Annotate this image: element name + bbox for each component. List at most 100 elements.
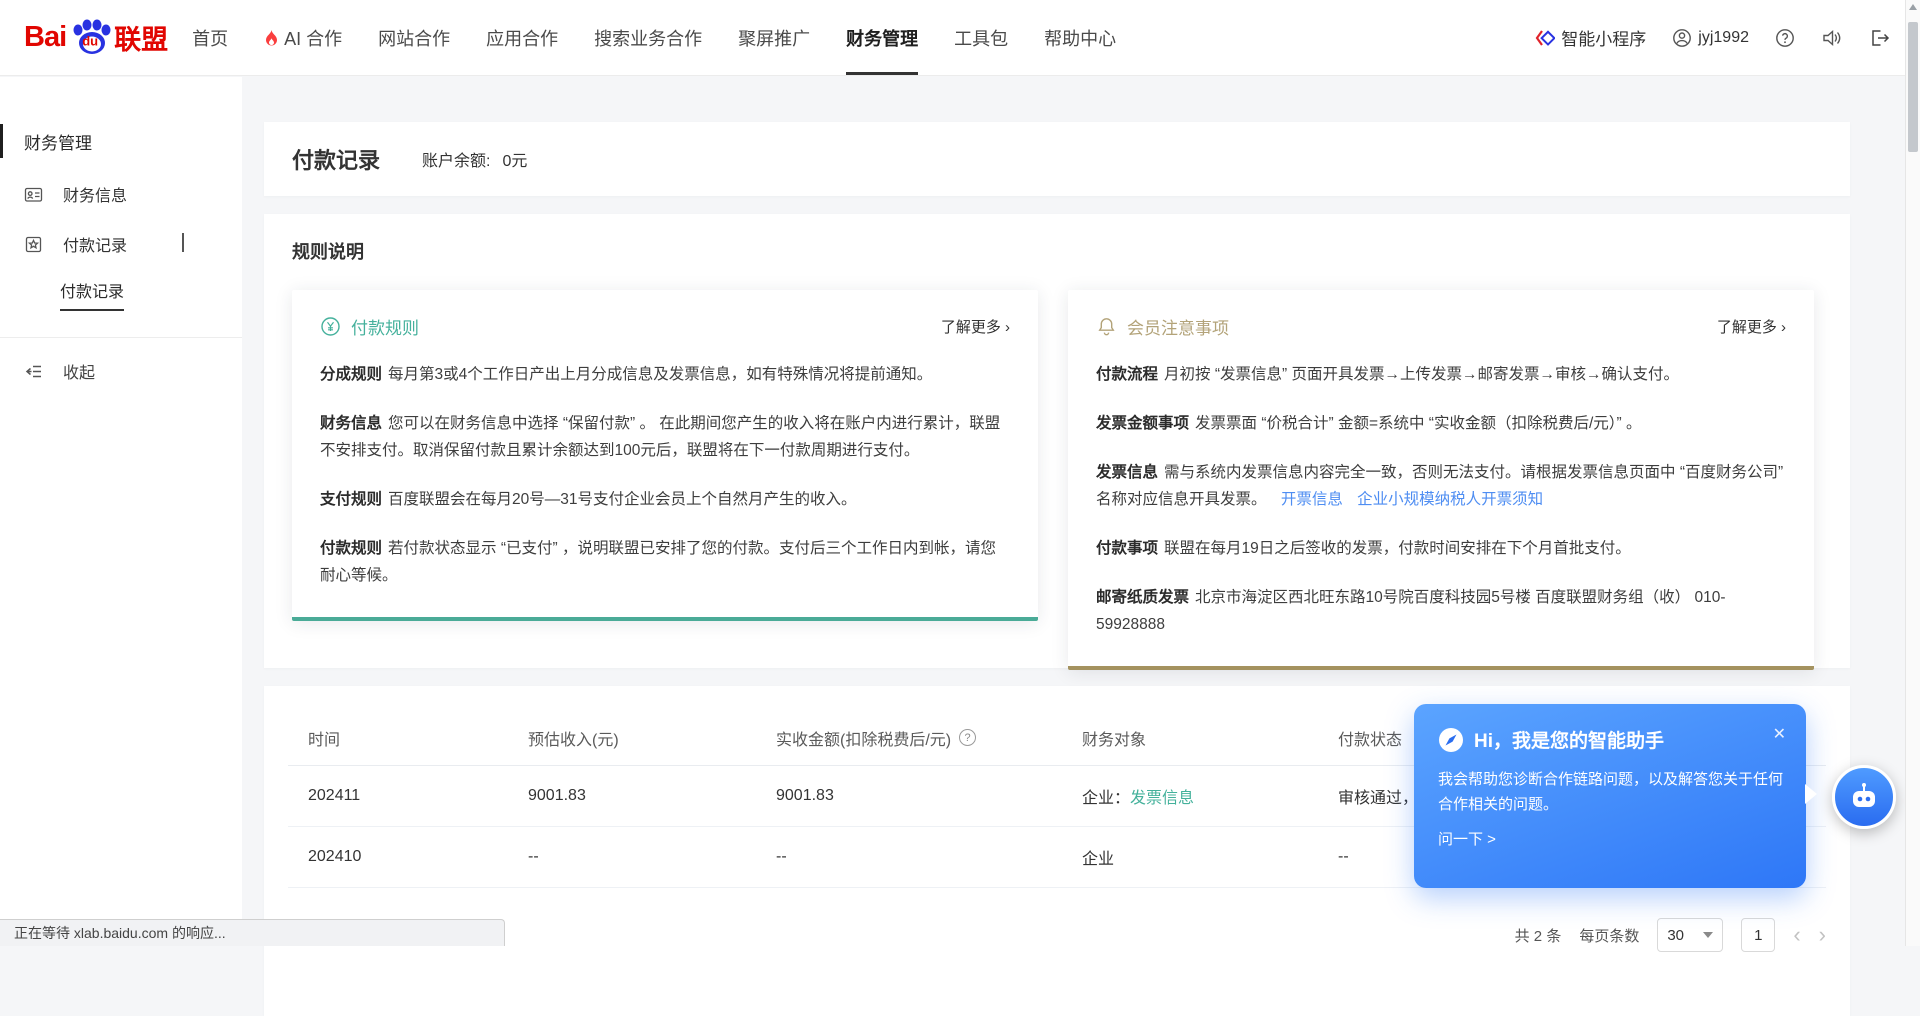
cell-estimated: -- — [528, 848, 776, 866]
assistant-float-button[interactable] — [1832, 765, 1896, 829]
logo-text-bai: Bai — [24, 21, 66, 54]
rule-label: 发票金额事项 — [1096, 415, 1189, 432]
rule-paragraph: 支付规则百度联盟会在每月20号—31号支付企业会员上个自然月产生的收入。 — [320, 486, 1010, 513]
sidebar-item-finance-info[interactable]: 财务信息 — [0, 169, 242, 219]
col-estimated-income: 预估收入(元) — [528, 726, 776, 750]
account-balance-label: 账户余额: — [422, 147, 490, 171]
col-actual-amount: 实收金额(扣除税费后/元) ? — [776, 726, 1082, 750]
compass-icon — [1438, 727, 1464, 753]
rule-text: 您可以在财务信息中选择 “保留付款” 。 在此期间您产生的收入将在账户内进行累计… — [320, 415, 1000, 459]
ask-now-link[interactable]: 问一下 > — [1438, 828, 1782, 849]
nav-item-search-biz[interactable]: 搜索业务合作 — [594, 0, 702, 75]
rule-text: 北京市海淀区西北旺东路10号院百度科技园5号楼 百度联盟财务组（收） 010-5… — [1096, 589, 1726, 633]
col-time: 时间 — [308, 726, 528, 750]
account-balance-value: 0元 — [502, 147, 527, 171]
paw-icon: du — [68, 18, 112, 58]
rule-label: 财务信息 — [320, 415, 382, 432]
sidebar-subitem-payment-records[interactable]: 付款记录 — [0, 269, 242, 319]
member-notices-more-link[interactable]: 了解更多 › — [1717, 316, 1786, 337]
cell-entity: 企业 — [1082, 845, 1338, 869]
nav-item-website[interactable]: 网站合作 — [378, 0, 450, 75]
rules-section-title: 规则说明 — [292, 238, 1822, 264]
cell-entity: 企业：发票信息 — [1082, 784, 1338, 808]
nav-item-toolkit[interactable]: 工具包 — [954, 0, 1008, 75]
page-size-label: 每页条数 — [1579, 925, 1639, 946]
chevron-down-icon — [1703, 932, 1713, 938]
rule-text: 月初按 “发票信息” 页面开具发票→上传发票→邮寄发票→审核→确认支付。 — [1164, 366, 1679, 383]
nav-item-home[interactable]: 首页 — [192, 0, 228, 75]
nav-item-ai[interactable]: AI 合作 — [264, 0, 342, 75]
invoice-info-table-link[interactable]: 发票信息 — [1130, 790, 1194, 807]
rules-section-card: 规则说明 付款规则 了解更多 › 分成规则每月第3或4个工作日产出上月分成信息及… — [264, 214, 1850, 668]
payment-rules-card: 付款规则 了解更多 › 分成规则每月第3或4个工作日产出上月分成信息及发票信息，… — [292, 290, 1038, 621]
cell-time: 202411 — [308, 787, 528, 805]
rule-paragraph: 发票信息需与系统内发票信息内容完全一致，否则无法支付。请根据发票信息页面中 “百… — [1096, 459, 1786, 513]
rule-paragraph: 付款事项联盟在每月19日之后签收的发票，付款时间安排在下个月首批支付。 — [1096, 535, 1786, 562]
page-size-select[interactable]: 30 — [1657, 918, 1723, 952]
help-icon[interactable] — [1775, 28, 1795, 48]
mini-program-icon — [1535, 28, 1555, 48]
badge-star-icon — [24, 235, 43, 254]
sidebar-collapse-button[interactable]: 收起 — [0, 344, 242, 398]
nav-item-screen-promo[interactable]: 聚屏推广 — [738, 0, 810, 75]
rule-label: 付款规则 — [320, 540, 382, 557]
page-scrollbar[interactable] — [1905, 0, 1920, 946]
rule-label: 发票信息 — [1096, 464, 1158, 481]
cell-estimated: 9001.83 — [528, 787, 776, 805]
sidebar-item-payment-records[interactable]: 付款记录 — [0, 219, 242, 269]
logout-icon[interactable] — [1869, 28, 1890, 48]
rule-paragraph: 付款流程月初按 “发票信息” 页面开具发票→上传发票→邮寄发票→审核→确认支付。 — [1096, 361, 1786, 388]
rule-label: 邮寄纸质发票 — [1096, 589, 1189, 606]
rule-paragraph: 分成规则每月第3或4个工作日产出上月分成信息及发票信息，如有特殊情况将提前通知。 — [320, 361, 1010, 388]
assistant-title: Hi，我是您的智能助手 — [1474, 726, 1664, 753]
rule-paragraph: 财务信息您可以在财务信息中选择 “保留付款” 。 在此期间您产生的收入将在账户内… — [320, 410, 1010, 464]
top-navigation: Bai du 联盟 首页 AI 合作 网站合作 应用合作 搜索业务合作 聚屏推广… — [0, 0, 1920, 76]
nav-item-help[interactable]: 帮助中心 — [1044, 0, 1116, 75]
sidebar: 财务管理 财务信息 付款记录 付款记录 收起 — [0, 77, 242, 946]
page-header-card: 付款记录 账户余额: 0元 — [264, 122, 1850, 196]
rule-label: 分成规则 — [320, 366, 382, 383]
close-icon[interactable]: ✕ — [1773, 724, 1786, 744]
scrollbar-thumb[interactable] — [1908, 22, 1918, 152]
payment-rules-more-link[interactable]: 了解更多 › — [941, 316, 1010, 337]
rule-text: 百度联盟会在每月20号—31号支付企业会员上个自然月产生的收入。 — [388, 491, 856, 508]
payment-rules-title: 付款规则 — [351, 314, 419, 339]
total-count: 共 2 条 — [1515, 925, 1562, 946]
flame-icon — [264, 29, 279, 47]
mini-program-entry[interactable]: 智能小程序 — [1535, 25, 1646, 50]
popup-tail — [1805, 784, 1817, 804]
scroll-up-arrow-icon[interactable] — [1909, 4, 1917, 10]
cell-time: 202410 — [308, 848, 528, 866]
cell-actual: -- — [776, 848, 1082, 866]
prev-page-button[interactable]: ‹ — [1793, 924, 1800, 946]
nav-item-finance[interactable]: 财务管理 — [846, 0, 918, 75]
assistant-message: 我会帮助您诊断合作链路问题，以及解答您关于任何合作相关的问题。 — [1438, 767, 1784, 817]
coin-icon — [320, 316, 341, 337]
page-number-current[interactable]: 1 — [1741, 918, 1775, 952]
chevron-up-icon[interactable] — [182, 235, 184, 253]
nav-menu: 首页 AI 合作 网站合作 应用合作 搜索业务合作 聚屏推广 财务管理 工具包 … — [192, 0, 1116, 75]
id-card-icon — [24, 185, 43, 204]
baidu-union-logo[interactable]: Bai du 联盟 — [24, 18, 168, 58]
invoice-info-link[interactable]: 开票信息 — [1281, 491, 1343, 508]
speaker-icon[interactable] — [1821, 28, 1843, 48]
browser-status-bar: 正在等待 xlab.baidu.com 的响应... — [0, 919, 505, 946]
logo-text-du: du — [82, 33, 98, 48]
small-taxpayer-notice-link[interactable]: 企业小规模纳税人开票须知 — [1357, 491, 1543, 508]
nav-item-app[interactable]: 应用合作 — [486, 0, 558, 75]
rule-text: 每月第3或4个工作日产出上月分成信息及发票信息，如有特殊情况将提前通知。 — [388, 366, 932, 383]
rule-text: 若付款状态显示 “已支付” ，说明联盟已安排了您的付款。支付后三个工作日内到帐，… — [320, 540, 996, 584]
member-notices-title: 会员注意事项 — [1127, 314, 1229, 339]
rule-label: 支付规则 — [320, 491, 382, 508]
collapse-icon — [24, 363, 43, 380]
user-icon — [1672, 28, 1692, 48]
rule-text: 联盟在每月19日之后签收的发票，付款时间安排在下个月首批支付。 — [1164, 540, 1631, 557]
member-notices-card: 会员注意事项 了解更多 › 付款流程月初按 “发票信息” 页面开具发票→上传发票… — [1068, 290, 1814, 670]
user-account[interactable]: jyj1992 — [1672, 28, 1749, 48]
next-page-button[interactable]: › — [1819, 924, 1826, 946]
rule-paragraph: 付款规则若付款状态显示 “已支付” ，说明联盟已安排了您的付款。支付后三个工作日… — [320, 535, 1010, 589]
info-icon[interactable]: ? — [959, 729, 976, 746]
assistant-popup: Hi，我是您的智能助手 ✕ 我会帮助您诊断合作链路问题，以及解答您关于任何合作相… — [1414, 704, 1806, 888]
robot-icon — [1846, 779, 1882, 815]
cell-actual: 9001.83 — [776, 787, 1082, 805]
